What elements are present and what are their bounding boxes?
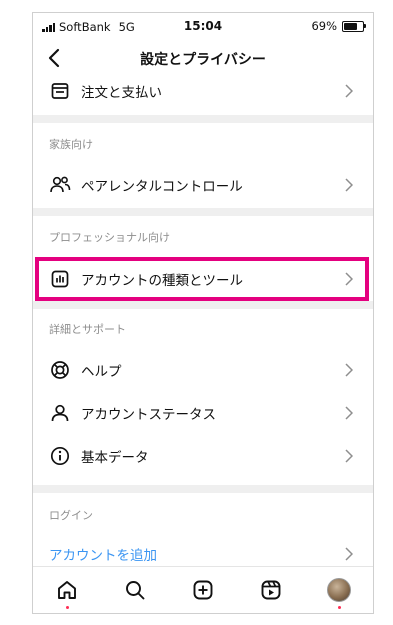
menu-item-label: アカウントステータス (81, 407, 216, 423)
notification-dot (65, 606, 69, 609)
chevron-right-icon (345, 84, 355, 98)
battery-percent: 69% (311, 19, 337, 33)
menu-item-help[interactable]: ヘルプ (33, 350, 373, 390)
chevron-right-icon (345, 547, 355, 561)
nav-bar: 設定とプライバシー (33, 41, 373, 75)
notification-dot (337, 606, 341, 609)
status-right: 69% (311, 19, 366, 33)
menu-item-label: 注文と支払い (81, 85, 162, 101)
menu-item-account-status[interactable]: アカウントステータス (33, 393, 373, 433)
menu-item-orders[interactable]: 注文と支払い (33, 71, 373, 111)
menu-item-label: ヘルプ (81, 364, 122, 380)
person-icon (49, 402, 71, 424)
tab-reels[interactable] (256, 575, 286, 605)
chevron-right-icon (345, 178, 355, 192)
status-bar: SoftBank 5G 15:04 69% (33, 13, 373, 41)
info-icon (49, 445, 71, 467)
section-divider (33, 301, 373, 309)
family-icon (49, 174, 71, 196)
section-divider (33, 115, 373, 123)
chevron-right-icon (345, 449, 355, 463)
section-header-family: 家族向け (49, 138, 93, 151)
menu-item-label: ペアレンタルコントロール (81, 179, 243, 195)
search-icon (126, 581, 145, 600)
tab-create[interactable] (188, 575, 218, 605)
page-title: 設定とプライバシー (140, 52, 266, 68)
tab-search[interactable] (120, 575, 150, 605)
section-divider (33, 208, 373, 216)
reels-icon (261, 580, 281, 600)
section-header-support: 詳細とサポート (49, 323, 126, 336)
section-divider (33, 485, 373, 493)
chevron-right-icon (345, 363, 355, 377)
chevron-right-icon (345, 406, 355, 420)
tab-profile[interactable] (324, 575, 354, 609)
menu-item-label: 基本データ (81, 450, 149, 466)
highlight-frame (35, 257, 369, 301)
receipt-icon (49, 80, 71, 102)
bottom-tab-bar (33, 566, 373, 613)
battery-icon (342, 20, 366, 32)
menu-item-basic-data[interactable]: 基本データ (33, 436, 373, 476)
profile-avatar (327, 578, 351, 602)
create-icon (193, 580, 213, 600)
menu-item-parental-control[interactable]: ペアレンタルコントロール (33, 165, 373, 205)
phone-screen: SoftBank 5G 15:04 69% 設定とプライバシー 注文と支払い 家… (32, 12, 374, 614)
tab-home[interactable] (52, 575, 82, 609)
add-account-link[interactable]: アカウントを追加 (49, 544, 157, 564)
section-header-professional: プロフェッショナル向け (49, 231, 170, 244)
section-header-login: ログイン (49, 509, 93, 522)
home-icon (58, 581, 76, 599)
lifebuoy-icon (49, 359, 71, 381)
